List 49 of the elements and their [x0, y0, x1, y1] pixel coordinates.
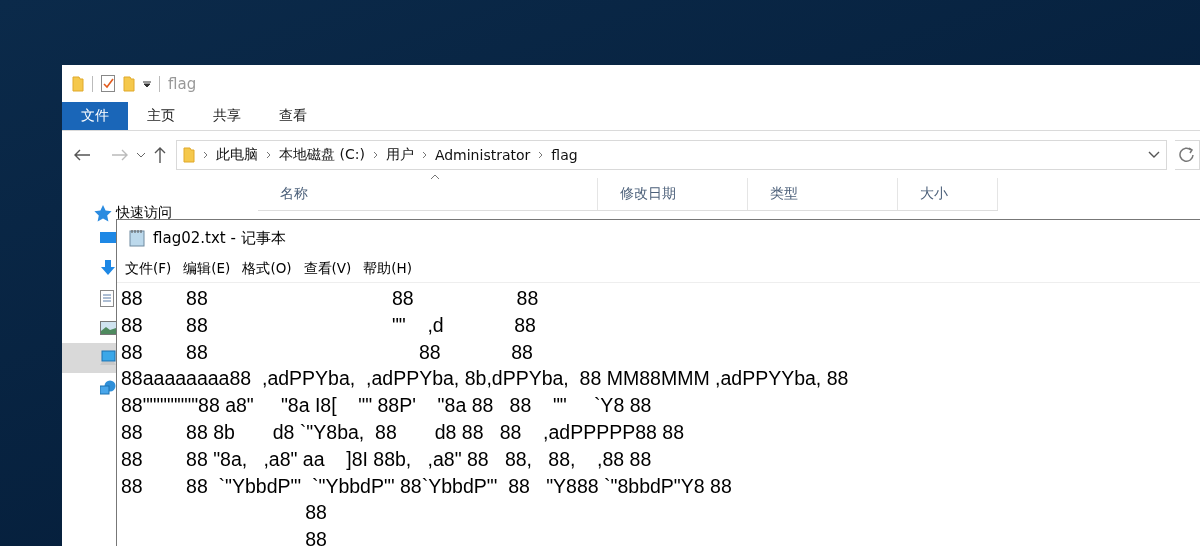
ribbon-tab[interactable]: 共享 — [194, 102, 260, 130]
network-icon[interactable] — [100, 380, 116, 396]
forward-arrow-icon[interactable] — [112, 149, 128, 161]
folder-icon[interactable] — [72, 75, 84, 92]
window-title: flag02.txt - 记事本 — [153, 228, 286, 248]
chevron-right-icon[interactable] — [421, 151, 427, 159]
menu-item[interactable]: 查看(V) — [303, 260, 352, 278]
menu-item[interactable]: 帮助(H) — [363, 260, 413, 278]
nav-item[interactable] — [62, 343, 116, 373]
picture-icon[interactable] — [100, 321, 116, 335]
sort-chevron-icon — [430, 174, 440, 180]
menu-item[interactable]: 格式(O) — [242, 260, 292, 278]
column-header[interactable]: 修改日期 — [598, 178, 748, 210]
ribbon-tab[interactable]: 查看 — [260, 102, 326, 130]
chevron-right-icon[interactable] — [372, 151, 378, 159]
breadcrumb[interactable]: 本地磁盘 (C:) — [279, 146, 365, 164]
checkbox-page-icon[interactable] — [101, 75, 115, 92]
window-title: flag — [168, 74, 197, 93]
chevron-down-icon[interactable] — [1148, 151, 1160, 159]
chevron-right-icon[interactable] — [538, 151, 544, 159]
ribbon-tab[interactable]: 文件 — [62, 102, 128, 130]
computer-icon[interactable] — [100, 350, 116, 366]
back-arrow-icon[interactable] — [74, 149, 90, 161]
folder-icon[interactable] — [183, 147, 195, 163]
ribbon-tab[interactable]: 主页 — [128, 102, 194, 130]
column-header[interactable]: 类型 — [747, 178, 898, 210]
column-header[interactable]: 大小 — [897, 178, 998, 210]
breadcrumb[interactable]: 用户 — [385, 146, 414, 164]
notepad-icon — [129, 229, 145, 247]
breadcrumb[interactable]: flag — [551, 147, 578, 163]
text-content: 88 88 88 88 88 88 "" ,d 88 88 88 88 88 88aaaaaaaa88 ,adPPYba, ,adPPYba, 8b,dPPYba, 88 MM88MMM ,adPPYYba, 88 88""""""""88 a8" "8a I8[ "" 88P' "8a 88 88 "" `Y8 88 88 88 8b d8 `"Y8ba, 88 d8 88 88 ,adPPPPP88 88 88 88 "8a, ,a8" aa ]8I 88b, ,a8" 88 88, 88, ,88 88 88 88 `"YbbdP"' `"YbbdP"' 88`YbbdP"' 88 "Y888 `"8bbdP"Y8 88 88 88 — [120, 286, 850, 546]
document-icon[interactable] — [100, 289, 114, 307]
up-arrow-icon[interactable] — [154, 147, 166, 163]
nav-header[interactable]: 快速访问 — [116, 204, 172, 222]
download-arrow-icon[interactable] — [100, 260, 116, 276]
chevron-down-icon[interactable] — [136, 152, 146, 158]
menu-item[interactable]: 文件(F) — [125, 260, 172, 278]
menu-item[interactable]: 编辑(E) — [183, 260, 231, 278]
chevron-right-icon[interactable] — [203, 151, 208, 159]
folder-icon[interactable] — [123, 75, 135, 92]
desktop-icon[interactable] — [100, 231, 116, 245]
breadcrumb[interactable]: Administrator — [434, 147, 531, 163]
chevron-right-icon[interactable] — [266, 151, 271, 159]
breadcrumb[interactable]: 此电脑 — [216, 146, 258, 164]
refresh-icon[interactable] — [1179, 147, 1195, 163]
dropdown-icon[interactable] — [143, 79, 151, 88]
column-header[interactable]: 名称 — [258, 178, 599, 210]
address-bar[interactable]: 此电脑 本地磁盘 (C:) 用户 Administrator flag — [176, 140, 1167, 170]
star-icon[interactable] — [94, 204, 112, 222]
